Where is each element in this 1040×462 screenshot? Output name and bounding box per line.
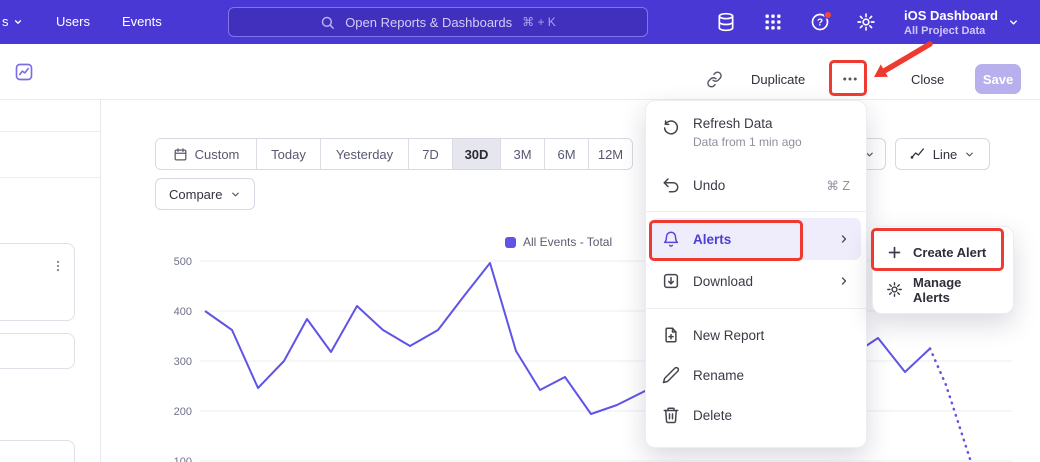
svg-text:100: 100 <box>174 456 192 462</box>
report-header <box>0 44 1040 100</box>
svg-text:400: 400 <box>174 306 192 318</box>
more-options-button[interactable] <box>833 63 866 94</box>
chevron-down-icon <box>964 149 975 160</box>
date-range-control: Custom Today Yesterday 7D 30D 3M 6M 12M <box>155 138 633 170</box>
kebab-menu-icon[interactable] <box>51 256 65 276</box>
nav-item-events[interactable]: Events <box>122 14 162 29</box>
board-icon <box>14 62 34 82</box>
date-yesterday-button[interactable]: Yesterday <box>320 139 408 169</box>
data-icon[interactable] <box>716 12 736 32</box>
chevron-right-icon <box>838 275 850 287</box>
menu-item-refresh-data[interactable]: Refresh Data Data from 1 min ago <box>646 111 866 165</box>
menu-item-label: Delete <box>693 408 732 423</box>
date-3m-button[interactable]: 3M <box>500 139 544 169</box>
nav-fragment-label: s <box>2 14 9 29</box>
menu-item-new-report[interactable]: New Report <box>646 315 866 355</box>
bell-icon <box>662 230 680 248</box>
save-button[interactable]: Save <box>975 64 1021 94</box>
chart-legend[interactable]: All Events - Total <box>505 235 612 249</box>
submenu-item-label: Manage Alerts <box>913 275 1000 305</box>
line-chart-icon <box>910 146 926 162</box>
menu-item-label: Refresh Data <box>693 116 802 131</box>
sidebar-row-divider <box>0 131 100 132</box>
undo-icon <box>662 176 680 194</box>
new-report-icon <box>662 326 680 344</box>
top-navbar: s Users Events Open Reports & Dashboards… <box>0 0 1040 44</box>
date-custom-label: Custom <box>195 147 240 162</box>
menu-item-label: Alerts <box>693 232 731 247</box>
sidebar-row-divider <box>0 177 100 178</box>
search-icon <box>320 15 335 30</box>
legend-swatch <box>505 237 516 248</box>
alerts-submenu: Create Alert Manage Alerts <box>872 226 1014 314</box>
context-menu: Refresh Data Data from 1 min ago Undo ⌘ … <box>645 100 867 448</box>
menu-item-label: Download <box>693 274 753 289</box>
submenu-item-manage-alerts[interactable]: Manage Alerts <box>873 271 1013 308</box>
project-scope: All Project Data <box>904 25 998 37</box>
sidebar-card[interactable] <box>0 333 75 369</box>
share-link-icon[interactable] <box>706 71 723 88</box>
menu-item-label: Rename <box>693 368 744 383</box>
menu-item-delete[interactable]: Delete <box>646 395 866 435</box>
notification-dot <box>824 11 832 19</box>
chevron-down-icon <box>13 17 23 27</box>
search-placeholder: Open Reports & Dashboards <box>345 15 512 30</box>
menu-shortcut: ⌘ Z <box>826 178 850 193</box>
date-7d-button[interactable]: 7D <box>408 139 452 169</box>
download-icon <box>662 272 680 290</box>
chart-type-button[interactable]: Line <box>895 138 990 170</box>
menu-item-label: New Report <box>693 328 764 343</box>
menu-divider <box>646 211 866 212</box>
nav-item-boards-partial[interactable]: s <box>2 14 23 29</box>
svg-text:200: 200 <box>174 406 192 418</box>
menu-item-rename[interactable]: Rename <box>646 355 866 395</box>
gear-icon <box>886 281 903 298</box>
date-6m-button[interactable]: 6M <box>544 139 588 169</box>
project-name: iOS Dashboard <box>904 8 998 23</box>
apps-grid-icon[interactable] <box>763 12 783 32</box>
compare-label: Compare <box>169 187 222 202</box>
sidebar-divider <box>100 100 101 462</box>
chart-type-label: Line <box>933 147 958 162</box>
app-window: s Users Events Open Reports & Dashboards… <box>0 0 1040 462</box>
date-30d-button[interactable]: 30D <box>452 139 500 169</box>
date-12m-button[interactable]: 12M <box>588 139 632 169</box>
calendar-icon <box>173 147 188 162</box>
ellipsis-icon <box>841 70 859 88</box>
trash-icon <box>662 406 680 424</box>
menu-item-alerts[interactable]: Alerts <box>651 218 861 260</box>
chevron-right-icon <box>838 233 850 245</box>
menu-item-subtitle: Data from 1 min ago <box>693 135 802 149</box>
search-shortcut: ⌘ + K <box>522 15 556 29</box>
refresh-icon <box>662 119 680 137</box>
menu-item-label: Undo <box>693 178 725 193</box>
chevron-down-icon <box>230 189 241 200</box>
submenu-item-label: Create Alert <box>913 245 986 260</box>
pencil-icon <box>662 366 680 384</box>
project-picker[interactable]: iOS Dashboard All Project Data <box>904 4 1019 40</box>
svg-text:500: 500 <box>174 256 192 268</box>
svg-text:300: 300 <box>174 356 192 368</box>
plus-icon <box>886 244 903 261</box>
duplicate-button[interactable]: Duplicate <box>751 72 805 87</box>
submenu-item-create-alert[interactable]: Create Alert <box>873 234 1013 271</box>
compare-button[interactable]: Compare <box>155 178 255 210</box>
date-today-button[interactable]: Today <box>256 139 320 169</box>
gear-icon[interactable] <box>856 12 876 32</box>
date-custom-button[interactable]: Custom <box>156 139 256 169</box>
menu-divider <box>646 308 866 309</box>
legend-label: All Events - Total <box>523 235 612 249</box>
sidebar-card[interactable] <box>0 243 75 321</box>
svg-text:?: ? <box>817 18 823 29</box>
nav-item-users[interactable]: Users <box>56 14 90 29</box>
global-search[interactable]: Open Reports & Dashboards ⌘ + K <box>228 7 648 37</box>
menu-item-undo[interactable]: Undo ⌘ Z <box>646 165 866 205</box>
sidebar-card[interactable] <box>0 440 75 462</box>
menu-item-download[interactable]: Download <box>646 260 866 302</box>
chevron-down-icon <box>1008 17 1019 28</box>
close-button[interactable]: Close <box>911 72 944 87</box>
